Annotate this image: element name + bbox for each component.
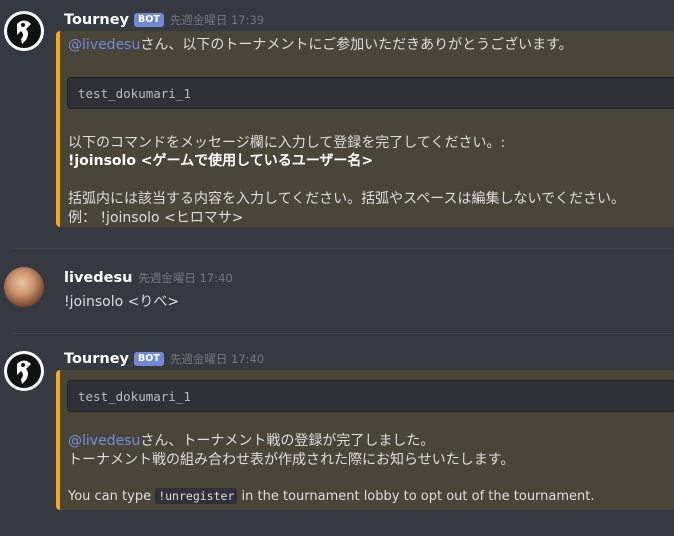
embed-line: 例： !joinsolo <ヒロマサ>: [68, 210, 244, 226]
embed: test_dokumari_1 @livedesuさん、トーナメント戦の登録が完…: [56, 370, 674, 510]
timestamp: 先週金曜日 17:40: [169, 352, 265, 366]
message-2: livedesu 先週金曜日 17:40 !joinsolo <りべ>: [0, 262, 674, 322]
message-3: Tourney BOT 先週金曜日 17:40 test_dokumari_1 …: [0, 340, 674, 536]
code-text: test_dokumari_1: [78, 85, 191, 101]
message-header: Tourney BOT 先週金曜日 17:40: [64, 349, 264, 369]
user-mention[interactable]: @livedesu: [68, 37, 140, 53]
embed-line: 括弧内には該当する内容を入力してください。括弧やスペースは編集しないでください。: [68, 191, 626, 207]
embed-line: You can type !unregister in the tourname…: [68, 488, 595, 504]
timestamp: 先週金曜日 17:40: [138, 271, 233, 285]
user-mention[interactable]: @livedesu: [68, 433, 140, 449]
embed-line: @livedesuさん、トーナメント戦の登録が完了しました。: [68, 430, 434, 450]
command-line: !joinsolo <ゲームで使用しているユーザー名>: [68, 153, 374, 169]
embed-text: さん、以下のトーナメントにご参加いただきありがとうございます。: [140, 37, 573, 53]
embed-line: トーナメント戦の組み合わせ表が作成された際にお知らせいたします。: [68, 452, 515, 468]
username[interactable]: Tourney: [64, 351, 129, 367]
embed-text: in the tournament lobby to opt out of th…: [237, 489, 595, 504]
embed-text: さん、トーナメント戦の登録が完了しました。: [140, 433, 435, 449]
code-text: test_dokumari_1: [78, 388, 191, 404]
username[interactable]: livedesu: [64, 270, 132, 286]
tourney-logo-icon[interactable]: [4, 11, 44, 51]
message-divider: [14, 333, 674, 334]
message-text: !joinsolo <りべ>: [64, 294, 180, 310]
embed-text: You can type: [68, 489, 156, 504]
username[interactable]: Tourney: [64, 12, 129, 28]
embed-line: 以下のコマンドをメッセージ欄に入力して登録を完了してください。:: [68, 135, 506, 151]
user-photo-avatar[interactable]: [4, 267, 44, 307]
embed-line: @livedesuさん、以下のトーナメントにご参加いただきありがとうございます。: [68, 34, 573, 54]
timestamp: 先週金曜日 17:39: [169, 13, 265, 27]
message-1: Tourney BOT 先週金曜日 17:39 @livedesuさん、以下のト…: [0, 0, 674, 240]
message-header: livedesu 先週金曜日 17:40: [64, 268, 233, 288]
bot-badge: BOT: [134, 352, 164, 366]
inline-code: !unregister: [155, 488, 238, 504]
message-header: Tourney BOT 先週金曜日 17:39: [64, 10, 264, 30]
tourney-logo-icon[interactable]: [4, 351, 44, 391]
code-block: test_dokumari_1: [67, 77, 674, 109]
bot-badge: BOT: [134, 13, 164, 27]
code-block: test_dokumari_1: [67, 380, 674, 412]
message-divider: [14, 248, 674, 249]
embed: @livedesuさん、以下のトーナメントにご参加いただきありがとうございます。…: [56, 31, 674, 227]
